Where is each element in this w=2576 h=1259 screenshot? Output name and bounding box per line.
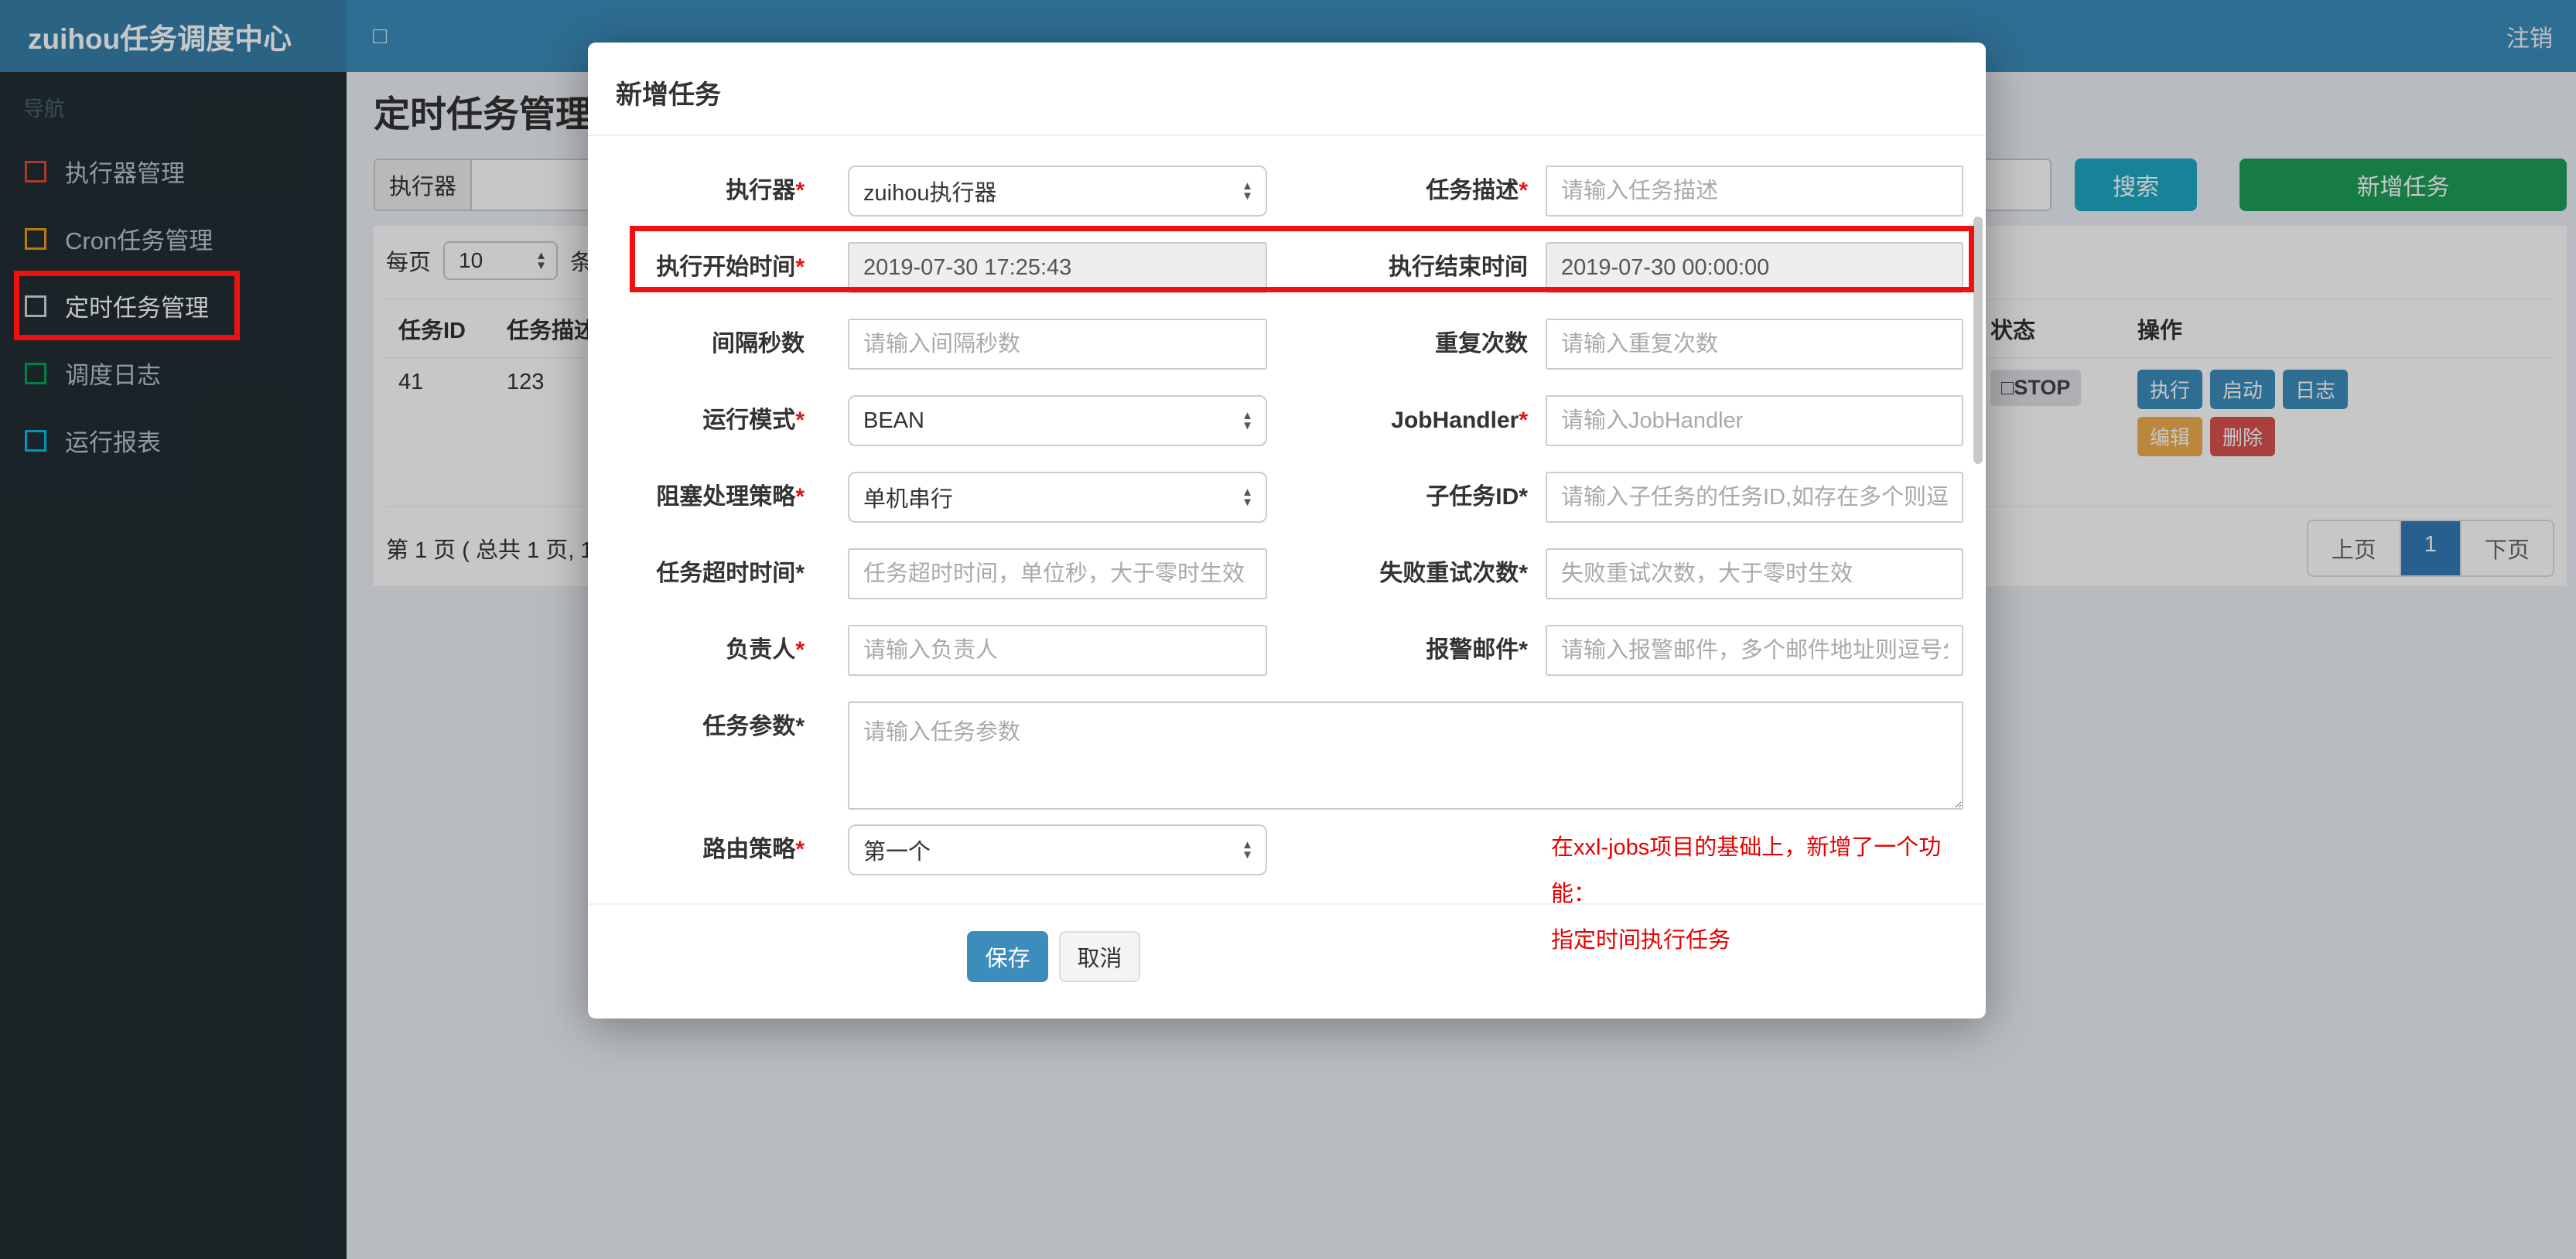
form-row-5: 阻塞处理策略* 单机串行 ▲ ▼ 子任务ID* bbox=[588, 472, 1986, 523]
repeat-count-input[interactable] bbox=[1546, 319, 1963, 370]
app-root: zuihou任务调度中心 □ 注销 导航 执行器管理 Cron任务管理 定时任务… bbox=[0, 0, 2576, 1259]
cancel-button[interactable]: 取消 bbox=[1059, 931, 1140, 982]
task-params-label: 任务参数* bbox=[702, 714, 805, 739]
feature-note-text: 在xxl-jobs项目的基础上，新增了一个功能： 指定时间执行任务 bbox=[1551, 824, 1969, 964]
owner-input[interactable] bbox=[848, 625, 1267, 676]
alarm-email-input[interactable] bbox=[1546, 625, 1963, 676]
jobhandler-input[interactable] bbox=[1546, 395, 1963, 446]
route-strategy-select[interactable]: 第一个 ▲ ▼ bbox=[848, 824, 1267, 875]
block-strategy-label: 阻塞处理策略* bbox=[656, 484, 805, 510]
fail-retry-label: 失败重试次数* bbox=[1379, 561, 1528, 586]
modal-scrollbar-thumb[interactable] bbox=[1973, 217, 1983, 464]
select-caret-icon: ▲ ▼ bbox=[1242, 486, 1253, 509]
select-caret-icon: ▲ ▼ bbox=[1242, 838, 1253, 862]
block-strategy-select-value: 单机串行 bbox=[863, 487, 954, 512]
executor-select[interactable]: zuihou执行器 ▲ ▼ bbox=[848, 165, 1267, 217]
job-desc-input[interactable] bbox=[1546, 165, 1963, 217]
block-strategy-select[interactable]: 单机串行 ▲ ▼ bbox=[848, 472, 1267, 523]
run-mode-select-value: BEAN bbox=[863, 408, 924, 433]
run-mode-label: 运行模式* bbox=[702, 408, 805, 433]
form-row-3: 间隔秒数 重复次数 bbox=[588, 319, 1986, 370]
run-mode-select[interactable]: BEAN ▲ ▼ bbox=[848, 395, 1267, 446]
form-row-9: 路由策略* 第一个 ▲ ▼ 在xxl-jobs项目的基础上，新增了一个功能： 指定… bbox=[588, 824, 1986, 953]
child-task-id-label: 子任务ID* bbox=[1426, 484, 1528, 510]
save-button[interactable]: 保存 bbox=[967, 931, 1048, 982]
feature-note-line2: 指定时间执行任务 bbox=[1551, 928, 1731, 953]
jobhandler-label: JobHandler* bbox=[1391, 408, 1528, 433]
form-row-4: 运行模式* BEAN ▲ ▼ JobHandler* bbox=[588, 395, 1986, 446]
task-timeout-label: 任务超时时间* bbox=[656, 561, 805, 586]
form-row-1: 执行器* zuihou执行器 ▲ ▼ 任务描述* bbox=[588, 165, 1986, 217]
executor-select-value: zuihou执行器 bbox=[863, 181, 997, 206]
child-task-id-input[interactable] bbox=[1546, 472, 1963, 523]
job-desc-label: 任务描述* bbox=[1426, 178, 1528, 203]
task-params-textarea[interactable] bbox=[848, 701, 1963, 810]
repeat-count-label: 重复次数 bbox=[1435, 331, 1528, 357]
task-timeout-input[interactable] bbox=[848, 548, 1267, 599]
form-row-6: 任务超时时间* 失败重试次数* bbox=[588, 548, 1986, 599]
add-task-modal: 新增任务 执行器* zuihou执行器 ▲▼ 任务描述* 执行开始时间* 执行结… bbox=[588, 43, 1986, 1018]
interval-seconds-input[interactable] bbox=[848, 319, 1267, 370]
select-caret-icon: ▲ ▼ bbox=[1242, 409, 1253, 432]
annotation-box-time-row bbox=[630, 226, 1974, 292]
form-row-8: 任务参数* bbox=[588, 701, 1986, 810]
modal-title: 新增任务 bbox=[616, 80, 721, 110]
interval-seconds-label: 间隔秒数 bbox=[712, 331, 805, 357]
feature-note-line1: 在xxl-jobs项目的基础上，新增了一个功能： bbox=[1551, 835, 1942, 906]
executor-label: 执行器* bbox=[726, 178, 805, 203]
alarm-email-label: 报警邮件* bbox=[1426, 637, 1528, 663]
select-caret-icon: ▲ ▼ bbox=[1242, 179, 1253, 203]
route-strategy-label: 路由策略* bbox=[702, 837, 805, 862]
owner-label: 负责人* bbox=[726, 637, 805, 663]
fail-retry-input[interactable] bbox=[1546, 548, 1963, 599]
annotation-box-sidebar-item bbox=[14, 271, 240, 340]
route-strategy-select-value: 第一个 bbox=[863, 840, 931, 865]
form-row-7: 负责人* 报警邮件* bbox=[588, 625, 1986, 676]
